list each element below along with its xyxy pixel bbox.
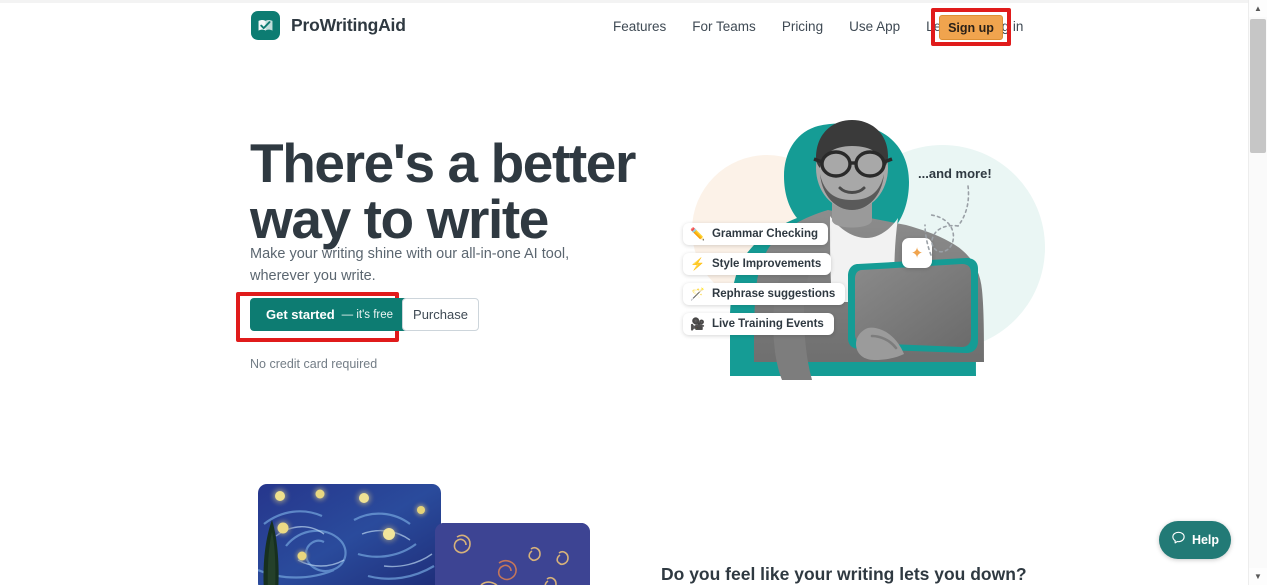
scrollbar-thumb[interactable]: [1250, 19, 1266, 153]
get-started-button[interactable]: Get started — it's free: [250, 298, 410, 331]
vertical-scrollbar[interactable]: ▲ ▼: [1248, 0, 1267, 585]
hero-illustration: ✏️ Grammar Checking ⚡ Style Improvements…: [650, 90, 1050, 380]
book-check-logo-icon: [251, 11, 280, 40]
feature-label: Live Training Events: [711, 318, 824, 330]
purchase-button[interactable]: Purchase: [402, 298, 479, 331]
scroll-up-arrow-icon[interactable]: ▲: [1249, 0, 1267, 17]
magic-wand-icon: 🪄: [690, 287, 705, 301]
feature-chip-list: ✏️ Grammar Checking ⚡ Style Improvements…: [683, 223, 846, 335]
curly-arrow-icon: [924, 185, 970, 256]
hero-title-line-1: There's a better: [250, 131, 636, 194]
starry-night-painting-card: [258, 484, 441, 585]
nav-features[interactable]: Features: [600, 19, 679, 34]
swirl-illustration-card: [435, 523, 590, 585]
feature-label: Rephrase suggestions: [711, 288, 836, 300]
nav-use-app[interactable]: Use App: [836, 19, 913, 34]
brand-name: ProWritingAid: [291, 15, 406, 35]
lightning-icon: ⚡: [690, 257, 705, 271]
list-item: ⚡ Style Improvements: [683, 253, 832, 275]
site-header: ProWritingAid Features For Teams Pricing…: [0, 3, 1248, 49]
video-camera-icon: 🎥: [690, 317, 705, 331]
section-heading: Do you feel like your writing lets you d…: [661, 563, 1027, 584]
brand-logo-link[interactable]: ProWritingAid: [251, 11, 406, 40]
feature-label: Grammar Checking: [711, 228, 819, 240]
list-item: ✏️ Grammar Checking: [683, 223, 829, 245]
sign-up-button[interactable]: Sign up: [939, 15, 1003, 40]
nav-pricing[interactable]: Pricing: [769, 19, 836, 34]
feature-label: Style Improvements: [711, 258, 822, 270]
scroll-down-arrow-icon[interactable]: ▼: [1249, 568, 1267, 585]
help-widget-label: Help: [1191, 533, 1220, 547]
get-started-suffix: — it's free: [341, 308, 394, 321]
list-item: 🎥 Live Training Events: [683, 313, 834, 335]
hero-title-line-2: way to write: [250, 187, 549, 250]
artwork-card-group: [250, 480, 610, 585]
no-credit-card-note: No credit card required: [250, 357, 378, 371]
and-more-annotation: ...and more!: [918, 166, 992, 181]
list-item: 🪄 Rephrase suggestions: [683, 283, 846, 305]
page-title: There's a better way to write: [250, 135, 650, 247]
browser-viewport: ProWritingAid Features For Teams Pricing…: [0, 0, 1248, 585]
nav-for-teams[interactable]: For Teams: [679, 19, 769, 34]
help-widget-button[interactable]: Help: [1159, 521, 1231, 559]
chat-bubble-icon: [1171, 530, 1186, 550]
get-started-label: Get started: [266, 307, 335, 322]
hero-subtitle: Make your writing shine with our all-in-…: [250, 245, 570, 285]
pencil-icon: ✏️: [690, 227, 705, 241]
